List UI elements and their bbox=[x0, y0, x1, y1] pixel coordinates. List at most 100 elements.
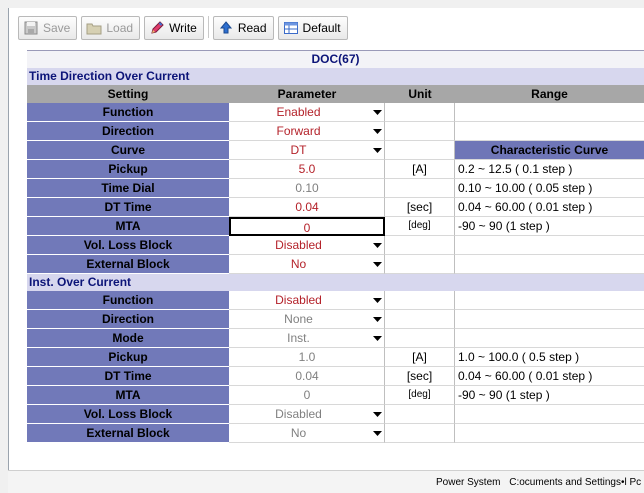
mta-field[interactable]: 0 bbox=[229, 386, 385, 405]
unit-cell: [deg] bbox=[385, 217, 455, 236]
vol-loss-block-dropdown[interactable]: Disabled bbox=[229, 405, 385, 424]
parameter-value: 0.04 bbox=[295, 200, 319, 214]
curve-dropdown[interactable]: DT bbox=[229, 141, 385, 160]
direction-dropdown[interactable]: Forward bbox=[229, 122, 385, 141]
external-block-dropdown[interactable]: No bbox=[229, 424, 385, 443]
setting-label: Function bbox=[27, 291, 229, 310]
table-row: MTA 0 [deg] -90 ~ 90 (1 step ) bbox=[27, 217, 644, 236]
table-row: External Block No bbox=[27, 424, 644, 443]
chevron-down-icon[interactable] bbox=[370, 311, 384, 327]
parameter-value: Disabled bbox=[275, 238, 322, 252]
status-path: C:ocuments and Settings•l Pc bbox=[509, 477, 642, 488]
setting-label: MTA bbox=[27, 386, 229, 405]
setting-label: External Block bbox=[27, 424, 229, 443]
table-row: Vol. Loss Block Disabled bbox=[27, 236, 644, 255]
chevron-down-icon[interactable] bbox=[370, 256, 384, 272]
setting-label: DT Time bbox=[27, 367, 229, 386]
chevron-down-icon[interactable] bbox=[370, 123, 384, 139]
range-cell bbox=[455, 236, 644, 255]
pencil-icon bbox=[149, 20, 165, 36]
parameter-value: DT bbox=[290, 143, 307, 157]
column-header-row: Setting Parameter Unit Range bbox=[27, 85, 644, 103]
default-button[interactable]: Default bbox=[277, 16, 348, 40]
vol-loss-block-dropdown[interactable]: Disabled bbox=[229, 236, 385, 255]
setting-label: External Block bbox=[27, 255, 229, 274]
range-cell: 0.04 ~ 60.00 ( 0.01 step ) bbox=[455, 198, 644, 217]
parameter-value: 0.10 bbox=[295, 181, 319, 195]
table-row: Pickup 5.0 [A] 0.2 ~ 12.5 ( 0.1 step ) bbox=[27, 160, 644, 179]
write-button[interactable]: Write bbox=[144, 16, 204, 40]
window-edge bbox=[8, 8, 9, 492]
settings-grid: DOC(67) Time Direction Over Current Sett… bbox=[27, 50, 644, 443]
unit-cell bbox=[385, 329, 455, 348]
toolbar-separator bbox=[207, 16, 209, 38]
range-cell: 1.0 ~ 100.0 ( 0.5 step ) bbox=[455, 348, 644, 367]
load-button[interactable]: Load bbox=[81, 16, 141, 40]
setting-label: Pickup bbox=[27, 160, 229, 179]
grid-title: DOC(67) bbox=[27, 50, 644, 68]
unit-cell: [deg] bbox=[385, 386, 455, 405]
mta-field[interactable]: 0 bbox=[229, 217, 385, 236]
table-row: Curve DT Characteristic Curve bbox=[27, 141, 644, 160]
table-row: Vol. Loss Block Disabled bbox=[27, 405, 644, 424]
table-icon bbox=[283, 20, 299, 36]
direction-dropdown[interactable]: None bbox=[229, 310, 385, 329]
table-row: MTA 0 [deg] -90 ~ 90 (1 step ) bbox=[27, 386, 644, 405]
parameter-value: Disabled bbox=[275, 407, 322, 421]
folder-icon bbox=[86, 20, 102, 36]
chevron-down-icon[interactable] bbox=[370, 142, 384, 158]
save-button[interactable]: Save bbox=[18, 16, 78, 40]
chevron-down-icon[interactable] bbox=[370, 237, 384, 253]
unit-cell bbox=[385, 179, 455, 198]
setting-label: Vol. Loss Block bbox=[27, 236, 229, 255]
function-dropdown[interactable]: Disabled bbox=[229, 291, 385, 310]
unit-cell bbox=[385, 103, 455, 122]
range-cell bbox=[455, 103, 644, 122]
dt-time-field[interactable]: 0.04 bbox=[229, 367, 385, 386]
range-cell: 0.04 ~ 60.00 ( 0.01 step ) bbox=[455, 367, 644, 386]
pickup-field[interactable]: 5.0 bbox=[229, 160, 385, 179]
pickup-field[interactable]: 1.0 bbox=[229, 348, 385, 367]
read-button[interactable]: Read bbox=[212, 16, 274, 40]
function-dropdown[interactable]: Enabled bbox=[229, 103, 385, 122]
unit-cell bbox=[385, 310, 455, 329]
range-cell: -90 ~ 90 (1 step ) bbox=[455, 217, 644, 236]
chevron-down-icon[interactable] bbox=[370, 292, 384, 308]
column-header-setting: Setting bbox=[107, 87, 149, 101]
chevron-down-icon[interactable] bbox=[370, 406, 384, 422]
chevron-down-icon[interactable] bbox=[370, 104, 384, 120]
mode-dropdown[interactable]: Inst. bbox=[229, 329, 385, 348]
unit-cell: [sec] bbox=[385, 367, 455, 386]
save-label: Save bbox=[43, 21, 71, 35]
load-label: Load bbox=[106, 21, 134, 35]
unit-cell: [sec] bbox=[385, 198, 455, 217]
up-arrow-icon bbox=[218, 20, 234, 36]
chevron-down-icon[interactable] bbox=[370, 425, 384, 441]
parameter-value: None bbox=[284, 312, 313, 326]
parameter-value: Inst. bbox=[287, 331, 310, 345]
write-label: Write bbox=[169, 21, 197, 35]
time-dial-field[interactable]: 0.10 bbox=[229, 179, 385, 198]
parameter-value: 1.0 bbox=[298, 350, 316, 364]
unit-cell: [A] bbox=[385, 348, 455, 367]
external-block-dropdown[interactable]: No bbox=[229, 255, 385, 274]
range-cell bbox=[455, 255, 644, 274]
range-cell bbox=[455, 291, 644, 310]
table-row: Direction None bbox=[27, 310, 644, 329]
parameter-value: 5.0 bbox=[298, 162, 316, 176]
unit-cell bbox=[385, 255, 455, 274]
column-header-unit: Unit bbox=[408, 87, 432, 101]
characteristic-curve-button[interactable]: Characteristic Curve bbox=[455, 141, 644, 160]
section-header-time-direction: Time Direction Over Current bbox=[27, 68, 644, 85]
dt-time-field[interactable]: 0.04 bbox=[229, 198, 385, 217]
table-row: Direction Forward bbox=[27, 122, 644, 141]
parameter-value: No bbox=[290, 257, 307, 271]
floppy-icon bbox=[23, 20, 39, 36]
unit-cell: [A] bbox=[385, 160, 455, 179]
table-row: DT Time 0.04 [sec] 0.04 ~ 60.00 ( 0.01 s… bbox=[27, 367, 644, 386]
section-header-inst-over-current: Inst. Over Current bbox=[27, 274, 644, 291]
toolbar: Save Load Write Read Default bbox=[18, 16, 352, 46]
chevron-down-icon[interactable] bbox=[370, 330, 384, 346]
parameter-value: Enabled bbox=[276, 105, 321, 119]
setting-label: Pickup bbox=[27, 348, 229, 367]
